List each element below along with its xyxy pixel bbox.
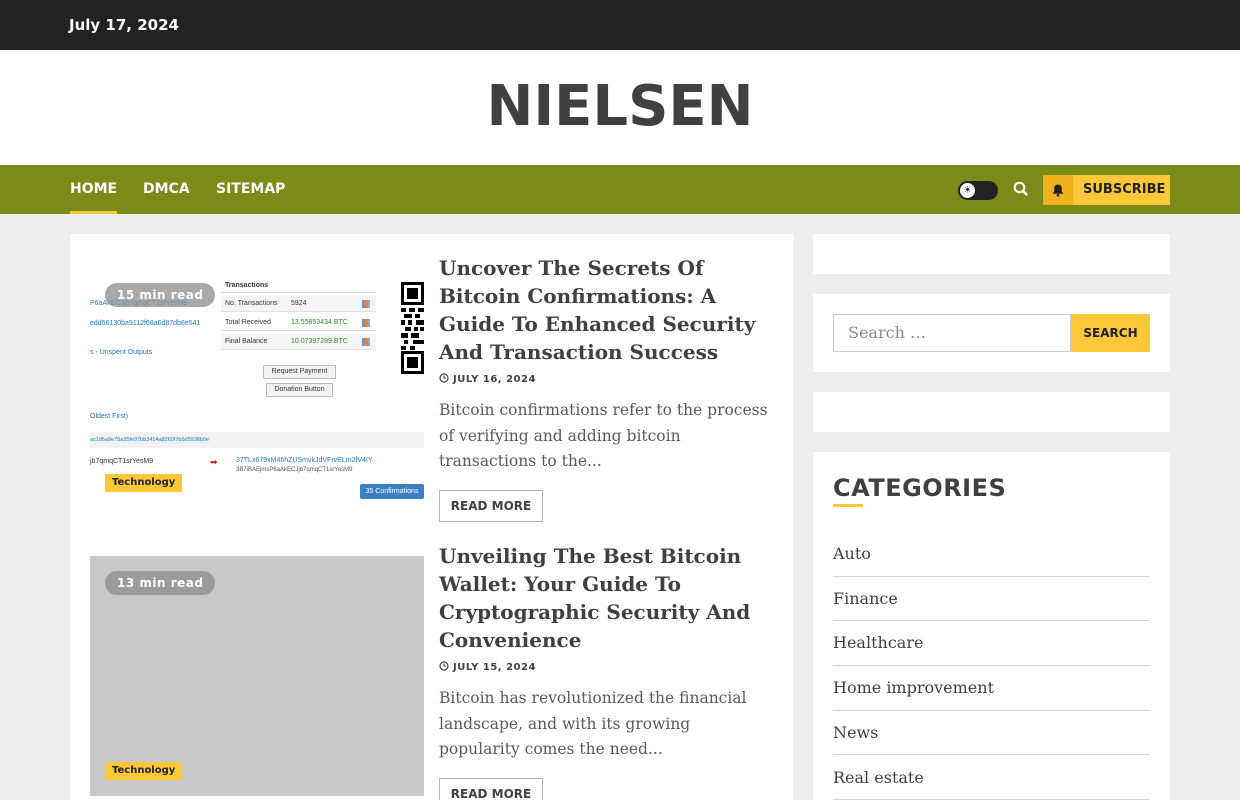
qr-code-icon — [401, 282, 424, 374]
current-date: July 17, 2024 — [69, 16, 179, 34]
post-date-text: July 16, 2024 — [453, 374, 536, 385]
clock-icon — [439, 661, 449, 674]
sidebar-widget-empty — [813, 392, 1170, 432]
subscribe-label: Subscribe — [1083, 182, 1166, 197]
read-time-badge: 15 min read — [105, 283, 216, 307]
post-thumbnail[interactable]: 13 min read Technology — [90, 556, 424, 796]
clock-icon — [439, 373, 449, 386]
bell-icon — [1043, 175, 1073, 205]
theme-toggle[interactable]: ☀ — [958, 181, 998, 200]
post-title[interactable]: Uncover The Secrets Of Bitcoin Confirmat… — [439, 254, 773, 366]
search-icon[interactable] — [1012, 180, 1030, 198]
masthead: NIELSEN — [0, 50, 1240, 165]
thumbnail-image: Transactions No. Transactions 5924 Total… — [90, 275, 424, 503]
subscribe-button[interactable]: Subscribe — [1043, 175, 1170, 205]
read-time-badge: 13 min read — [105, 571, 216, 595]
post-thumbnail[interactable]: Transactions No. Transactions 5924 Total… — [90, 275, 424, 503]
post-date-text: July 15, 2024 — [453, 662, 536, 673]
posts-list: Transactions No. Transactions 5924 Total… — [70, 234, 793, 800]
search-button[interactable]: Search — [1071, 314, 1150, 352]
nav-item-home[interactable]: Home — [70, 180, 118, 214]
sidebar-widget-empty — [813, 234, 1170, 274]
post-excerpt: Bitcoin confirmations refer to the proce… — [439, 401, 768, 470]
search-input[interactable]: Search … — [833, 314, 1071, 352]
category-link-real-estate[interactable]: Real estate — [833, 756, 1150, 800]
top-bar: July 17, 2024 — [0, 0, 1240, 50]
category-link-finance[interactable]: Finance — [833, 577, 1150, 622]
sun-icon: ☀ — [960, 183, 975, 198]
post-date: July 16, 2024 — [439, 373, 536, 386]
categories-widget: Categories Auto Finance Healthcare Home … — [813, 452, 1170, 800]
category-link-auto[interactable]: Auto — [833, 532, 1150, 577]
nav-item-dmca[interactable]: DMCA — [143, 180, 190, 198]
read-more-button[interactable]: Read More — [439, 778, 543, 800]
categories-heading: Categories — [833, 474, 1007, 502]
heading-underline — [833, 504, 863, 507]
category-link-healthcare[interactable]: Healthcare — [833, 621, 1150, 667]
post-card: Transactions No. Transactions 5924 Total… — [90, 254, 773, 524]
site-title[interactable]: NIELSEN — [0, 76, 1240, 138]
nav-item-sitemap[interactable]: Sitemap — [216, 180, 285, 198]
post-excerpt: Bitcoin has revolutionized the financial… — [439, 689, 747, 758]
post-title[interactable]: Unveiling The Best Bitcoin Wallet: Your … — [439, 542, 773, 654]
arrow-right-icon: ➡ — [210, 457, 218, 467]
category-badge[interactable]: Technology — [105, 474, 183, 492]
search-widget: Search … Search — [813, 294, 1170, 372]
category-badge[interactable]: Technology — [105, 762, 183, 780]
post-card: 13 min read Technology Unveiling The Bes… — [90, 542, 773, 800]
read-more-button[interactable]: Read More — [439, 490, 543, 522]
post-date: July 15, 2024 — [439, 661, 536, 674]
category-link-home-improvement[interactable]: Home improvement — [833, 666, 1150, 711]
category-link-news[interactable]: News — [833, 711, 1150, 756]
